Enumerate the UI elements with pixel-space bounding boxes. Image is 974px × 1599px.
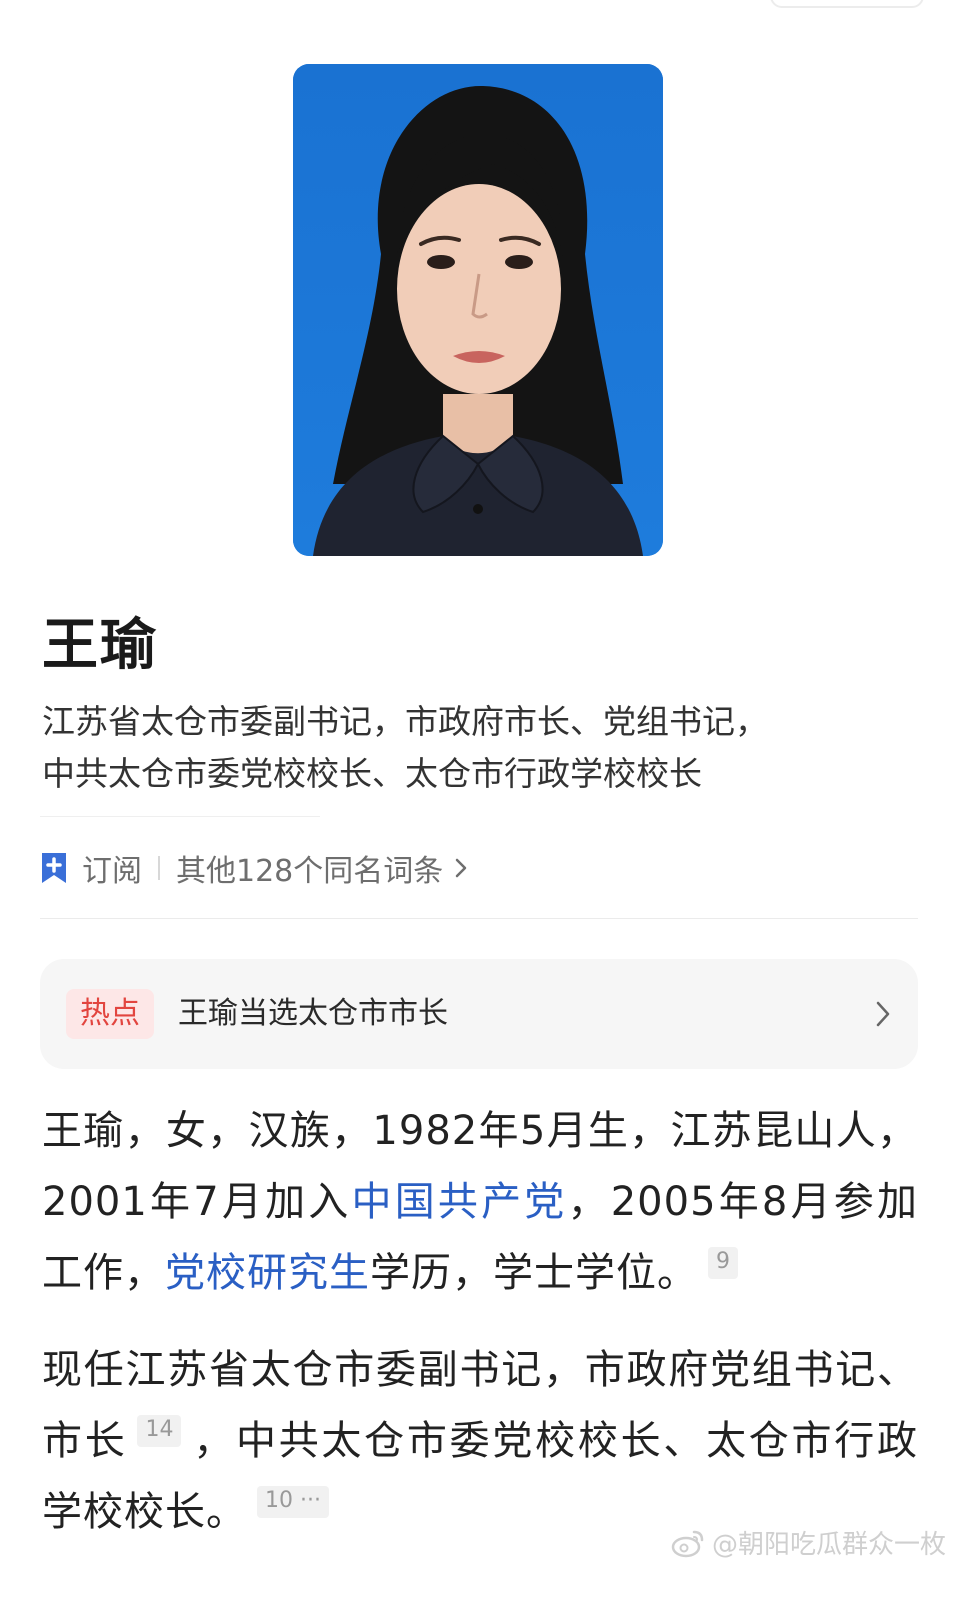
subscribe-button[interactable]: 订阅 [82,846,142,890]
summary-text: 学历，学士学位。 [370,1250,698,1296]
bookmark-plus-icon[interactable] [40,851,68,885]
top-search-pill[interactable] [770,0,924,8]
portrait-photo [293,64,663,556]
subtitle-line: 中共太仓市委党校校长、太仓市行政学校校长 [42,754,702,793]
chevron-right-icon [456,858,467,878]
reference-badge[interactable]: 14 [137,1415,182,1447]
chevron-right-icon [876,1001,890,1027]
summary-paragraph: 王瑜，女，汉族，1982年5月生，江苏昆山人，2001年7月加入中国共产党，20… [42,1096,918,1309]
watermark-text: @朝阳吃瓜群众一枚 [711,1530,946,1560]
link-ccp[interactable]: 中国共产党 [351,1179,567,1225]
hot-news-title[interactable]: 王瑜当选太仓市市长 [178,989,448,1039]
position-paragraph: 现任江苏省太仓市委副书记，市政府党组书记、市长 14 ，中共太仓市委党校校长、太仓市… [42,1335,918,1548]
entry-title: 王瑜 [42,613,158,678]
link-party-school-graduate[interactable]: 党校研究生 [165,1250,370,1296]
meta-separator [158,856,160,880]
entry-meta-row: 订阅 其他128个同名词条 [40,845,469,891]
reference-badge[interactable]: 10 ··· [257,1486,329,1518]
watermark: @朝阳吃瓜群众一枚 [670,1524,946,1561]
weibo-icon [671,1530,704,1557]
reference-badge[interactable]: 9 [708,1247,738,1279]
hot-badge: 热点 [66,989,154,1039]
divider [40,816,320,817]
hot-news-card[interactable]: 热点 王瑜当选太仓市市长 [40,959,918,1069]
subtitle-line: 江苏省太仓市委副书记，市政府市长、党组书记， [42,702,768,741]
divider [40,918,918,919]
other-entries-link[interactable]: 其他128个同名词条 [176,846,443,890]
entry-subtitle: 江苏省太仓市委副书记，市政府市长、党组书记， 中共太仓市委党校校长、太仓市行政学… [42,696,922,800]
